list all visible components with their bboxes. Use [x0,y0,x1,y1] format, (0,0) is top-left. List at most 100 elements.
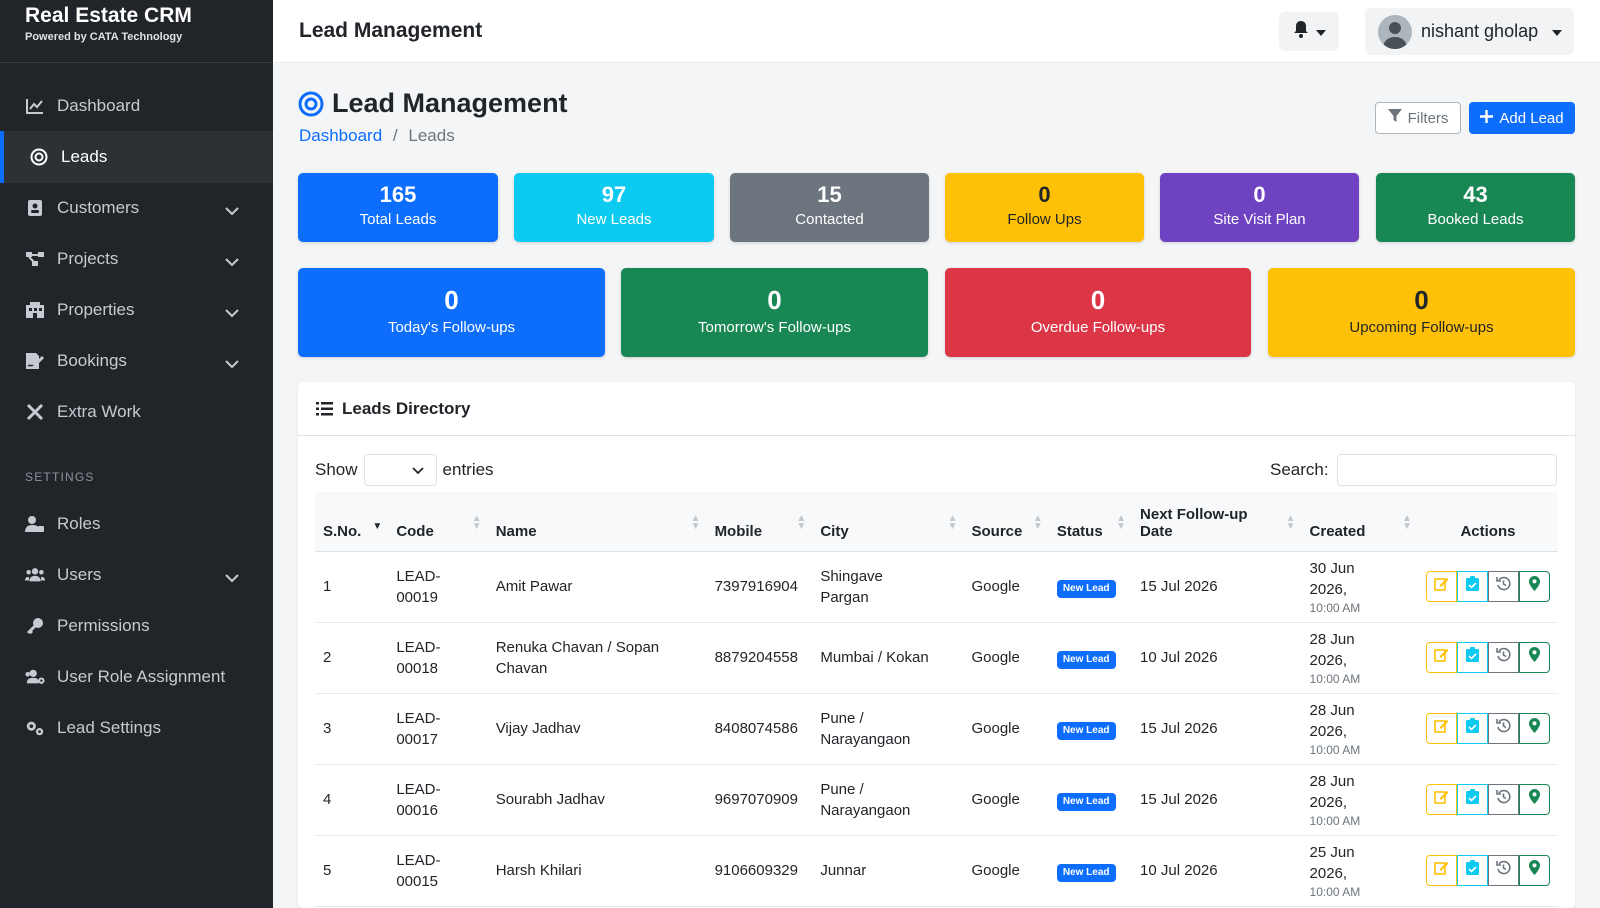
stat-card-booked-leads[interactable]: 43 Booked Leads [1376,173,1575,242]
notifications-button[interactable] [1279,12,1339,51]
user-menu-button[interactable]: nishant gholap [1365,8,1574,55]
breadcrumb-home-link[interactable]: Dashboard [299,126,382,145]
entries-select[interactable] [363,454,437,486]
cell-next-follow-up: 15 Jul 2026 [1132,693,1302,765]
sidebar-item-bookings[interactable]: Bookings [0,335,273,387]
sidebar-item-user-role-assignment[interactable]: User Role Assignment [0,651,273,703]
cogs-icon [25,718,45,738]
cell-source: Google [963,622,1049,694]
stat-card-contacted[interactable]: 15 Contacted [730,173,929,242]
column-header-status[interactable]: Status ▲ ▼ [1049,492,1132,551]
sidebar-item-properties[interactable]: Properties [0,284,273,336]
chevron-down-icon[interactable] [225,354,239,374]
edit-button[interactable] [1425,784,1457,815]
stat-card-site-visit-plan[interactable]: 0 Site Visit Plan [1160,173,1359,242]
stat-card-total-leads[interactable]: 165 Total Leads [298,173,498,242]
sidebar-item-leads[interactable]: Leads [0,131,273,183]
history-button[interactable] [1487,784,1519,815]
cell-next-follow-up: 10 Jul 2026 [1132,622,1302,694]
cell-mobile: 7397916904 [706,551,813,623]
sidebar-item-users[interactable]: Users [0,549,273,601]
column-header-source[interactable]: Source ▲ ▼ [963,492,1048,551]
cell-next-follow-up: 15 Jul 2026 [1132,551,1302,623]
sidebar-item-roles[interactable]: Roles [0,498,273,550]
stat-value: 43 [1463,182,1488,207]
add-lead-button-label: Add Lead [1499,109,1564,127]
stat-value: 0 [1414,285,1429,315]
stat-label: Follow Ups [1007,211,1082,228]
chevron-down-icon[interactable] [225,568,239,588]
edit-button[interactable] [1425,713,1457,744]
cell-status: New Lead [1048,693,1133,765]
edit-button[interactable] [1425,571,1457,602]
sidebar-item-label: Extra Work [57,402,141,421]
created-time: 10:00 AM [1309,884,1361,899]
add-task-button[interactable] [1456,642,1488,673]
column-header-code[interactable]: Code ▲ ▼ [388,492,487,551]
column-header-next-follow-up[interactable]: Next Follow-up Date ▲ ▼ [1132,492,1302,551]
table-row: 5 LEAD-00015 Harsh Khilari 9106609329 Ju… [315,835,1558,907]
stat-card-upcoming-follow-ups[interactable]: 0 Upcoming Follow-ups [1268,268,1575,357]
stat-card-overdue-follow-ups[interactable]: 0 Overdue Follow-ups [945,268,1251,357]
users-cog-icon [25,667,45,687]
add-lead-button[interactable]: Add Lead [1469,102,1575,134]
cell-name: Vijay Jadhav [487,693,707,765]
sidebar-item-lead-settings[interactable]: Lead Settings [0,702,273,754]
sidebar-item-permissions[interactable]: Permissions [0,600,273,652]
filters-button[interactable]: Filters [1375,102,1461,134]
location-button[interactable] [1518,784,1550,815]
sort-icon: ▲ ▼ [471,512,482,532]
sidebar-item-customers[interactable]: Customers [0,182,273,234]
location-button[interactable] [1518,713,1550,744]
location-button[interactable] [1518,855,1550,886]
add-task-button[interactable] [1456,571,1488,602]
stat-card-follow-ups[interactable]: 0 Follow Ups [945,173,1144,242]
stat-value: 97 [601,182,627,207]
map-marker-icon [1528,860,1540,881]
cell-city: Shingave Pargan [812,551,964,623]
add-task-button[interactable] [1456,713,1488,744]
cell-actions [1417,551,1558,623]
location-button[interactable] [1518,642,1550,673]
clipboard-check-icon [1465,647,1479,668]
stat-card-new-leads[interactable]: 97 New Leads [514,173,714,242]
sidebar-item-projects[interactable]: Projects [0,233,273,285]
add-task-button[interactable] [1456,784,1488,815]
sidebar-item-dashboard[interactable]: Dashboard [0,80,273,132]
edit-button[interactable] [1425,855,1457,886]
sort-icon: ▲ ▼ [796,512,807,532]
breadcrumb-separator: / [392,126,398,145]
card-title: Leads Directory [342,398,471,418]
chevron-down-icon[interactable] [225,201,239,221]
add-task-button[interactable] [1456,855,1488,886]
chevron-down-icon[interactable] [225,303,239,323]
edit-button[interactable] [1425,642,1457,673]
column-header-sno[interactable]: S.No. ▼ [315,492,388,551]
search-input[interactable] [1336,454,1557,486]
stat-card-tomorrows-follow-ups[interactable]: 0 Tomorrow's Follow-ups [621,268,928,357]
stat-value: 0 [1038,182,1051,207]
column-header-name[interactable]: Name ▲ ▼ [488,492,707,551]
history-button[interactable] [1487,855,1519,886]
history-button[interactable] [1487,642,1519,673]
history-button[interactable] [1487,713,1519,744]
cell-code: LEAD-00015 [388,835,488,907]
cell-created: 28 Jun 2026, 10:00 AM [1301,693,1418,765]
table-search: Search: [1270,454,1557,486]
cell-name: Harsh Khilari [487,835,707,907]
column-header-mobile[interactable]: Mobile ▲ ▼ [707,492,813,551]
column-header-city[interactable]: City ▲ ▼ [812,492,963,551]
chevron-down-icon[interactable] [225,252,239,272]
column-header-actions: Actions [1460,522,1516,540]
table-row: 3 LEAD-00017 Vijay Jadhav 8408074586 Pun… [315,693,1558,765]
cell-created: 30 Jun 2026, 10:00 AM [1301,551,1418,623]
stat-card-todays-follow-ups[interactable]: 0 Today's Follow-ups [298,268,605,357]
column-header-created[interactable]: Created ▲ ▼ [1302,492,1418,551]
cell-code: LEAD-00018 [388,622,488,694]
history-button[interactable] [1487,571,1519,602]
card-header: Leads Directory [298,382,1575,436]
location-button[interactable] [1518,571,1550,602]
sidebar-item-extra-work[interactable]: Extra Work [0,386,273,438]
stat-label: Booked Leads [1427,211,1524,228]
file-signature-icon [25,351,45,371]
